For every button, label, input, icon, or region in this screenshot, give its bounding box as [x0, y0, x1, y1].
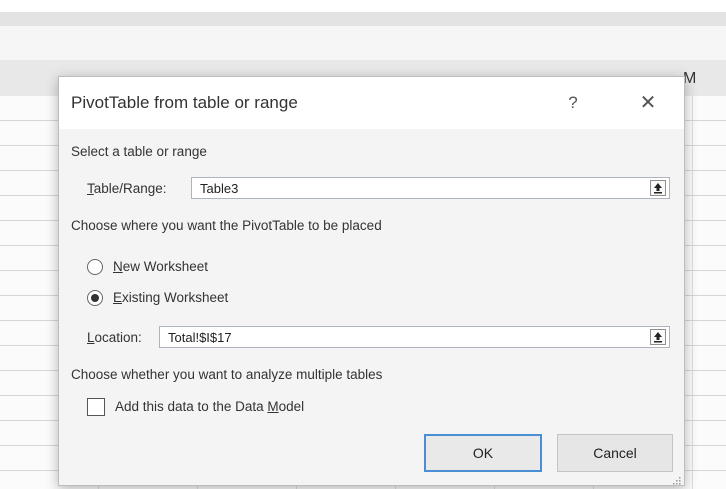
location-label-text: ocation:	[94, 330, 142, 345]
window-top-strip	[0, 0, 726, 12]
data-model-label-text: Add this data to the Data	[115, 399, 268, 414]
data-model-access-key: M	[267, 399, 279, 414]
location-input[interactable]: Total!$I$17	[159, 326, 670, 348]
existing-worksheet-label[interactable]: Existing Worksheet	[113, 290, 228, 305]
resize-grip-icon[interactable]	[671, 472, 681, 485]
dialog-title: PivotTable from table or range	[71, 93, 298, 112]
table-range-input[interactable]: Table3	[191, 177, 670, 199]
new-worksheet-label-text: ew Worksheet	[122, 259, 209, 274]
cancel-button[interactable]: Cancel	[557, 434, 673, 472]
new-worksheet-access-key: N	[113, 259, 123, 274]
location-access-key: L	[87, 330, 95, 345]
formula-bar-area	[0, 26, 726, 60]
multiple-tables-section-label: Choose whether you want to analyze multi…	[71, 367, 383, 382]
table-range-label: Table/Range:	[87, 181, 167, 196]
collapse-dialog-icon[interactable]	[650, 329, 666, 345]
existing-worksheet-access-key: E	[113, 290, 123, 305]
table-range-label-text: able/Range:	[93, 181, 167, 196]
new-worksheet-radio[interactable]	[87, 259, 103, 275]
radio-selected-dot	[91, 294, 99, 302]
placement-section-label: Choose where you want the PivotTable to …	[71, 218, 382, 233]
existing-worksheet-radio[interactable]	[87, 290, 103, 306]
collapse-dialog-icon[interactable]	[650, 180, 666, 196]
table-range-value: Table3	[200, 181, 239, 196]
data-model-label[interactable]: Add this data to the Data Model	[115, 399, 304, 414]
new-worksheet-label[interactable]: New Worksheet	[113, 259, 208, 274]
select-table-section-label: Select a table or range	[71, 144, 207, 159]
ok-button[interactable]: OK	[424, 434, 542, 472]
location-label: Location:	[87, 330, 142, 345]
data-model-checkbox[interactable]	[87, 398, 105, 416]
help-button[interactable]: ?	[559, 89, 587, 117]
existing-worksheet-label-text: xisting Worksheet	[122, 290, 229, 305]
table-range-access-key: T	[87, 181, 94, 196]
close-button[interactable]: ✕	[633, 89, 663, 117]
ribbon-band	[0, 12, 726, 26]
pivottable-dialog: PivotTable from table or range ? ✕ Selec…	[58, 76, 685, 486]
data-model-label-suffix: odel	[278, 399, 305, 414]
dialog-title-bar[interactable]: PivotTable from table or range ? ✕	[59, 77, 684, 129]
location-value: Total!$I$17	[168, 330, 232, 345]
